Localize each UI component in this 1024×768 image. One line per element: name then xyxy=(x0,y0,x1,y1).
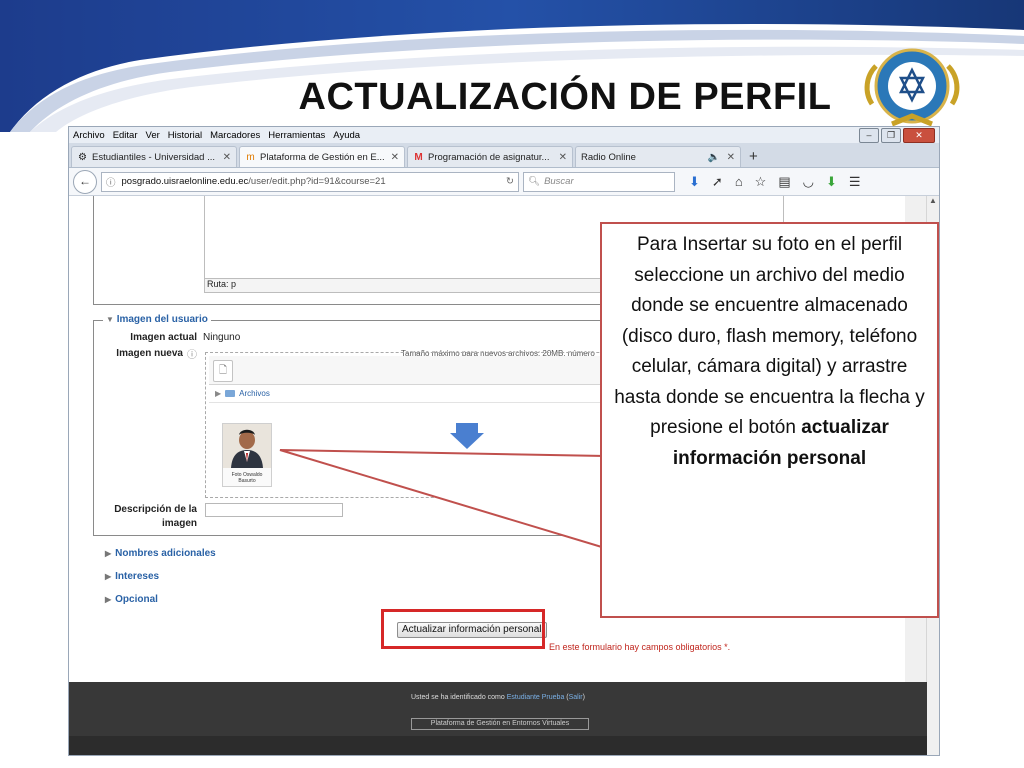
highlight-frame xyxy=(381,609,545,649)
instruction-callout: Para Insertar su foto en el perfil selec… xyxy=(600,222,939,618)
callout-text: Para Insertar su foto en el perfil selec… xyxy=(614,234,925,438)
